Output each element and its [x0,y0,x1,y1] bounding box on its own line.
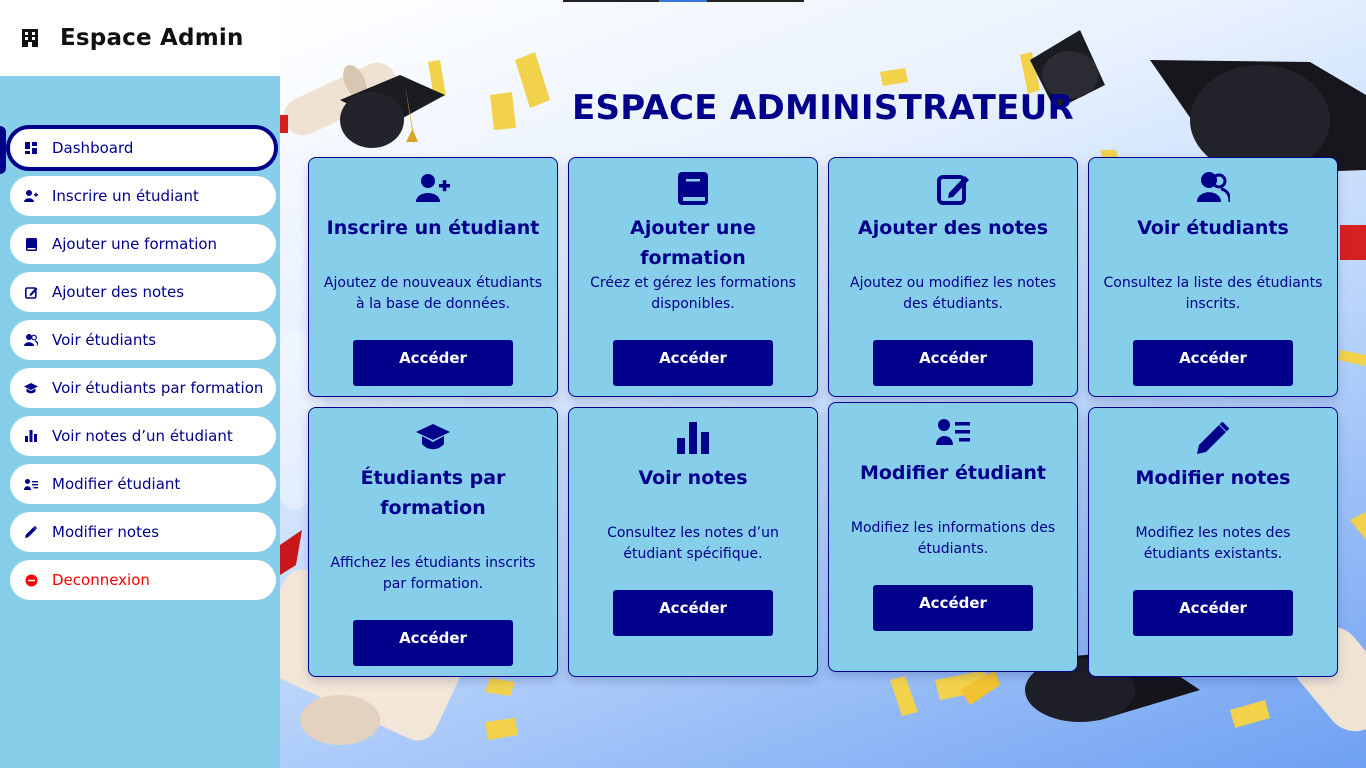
bar-chart-icon [24,429,38,443]
card-title: Modifier notes [1135,467,1291,489]
sidebar-item-label: Modifier notes [52,523,160,541]
users-icon [24,333,38,347]
logout-icon [24,573,38,587]
graduation-cap-icon [24,381,38,395]
bar-chart-icon [569,422,817,454]
acceder-button[interactable]: Accéder [353,620,513,666]
card-title: Modifier étudiant [859,462,1047,484]
card-ajouter-formation: Ajouter une formation Créez et gérez les… [568,157,818,397]
graduation-cap-icon [309,424,557,452]
sidebar-item-etudiants-par-formation[interactable]: Voir étudiants par formation [10,368,276,408]
user-plus-icon [24,189,38,203]
active-indicator [0,126,6,174]
sidebar-item-label: Voir étudiants par formation [52,379,264,397]
sidebar-item-inscrire[interactable]: Inscrire un étudiant [10,176,276,216]
sidebar-item-dashboard[interactable]: Dashboard [7,126,277,170]
card-title: Voir notes [638,467,748,489]
card-description: Consultez les notes d’un étudiant spécif… [607,525,779,562]
sidebar: Espace Admin Dashboard Inscrire un étudi… [0,0,280,768]
card-modifier-etudiant: Modifier étudiant Modifiez les informati… [828,402,1078,672]
card-ajouter-notes: Ajouter des notes Ajoutez ou modifiez le… [828,157,1078,397]
users-icon [1089,172,1337,202]
card-description: Modifiez les informations des étudiants. [850,520,1056,557]
user-list-icon [829,419,1077,445]
book-icon [569,172,817,205]
card-etudiants-par-formation: Étudiants par formation Affichez les étu… [308,407,558,677]
sidebar-item-label: Ajouter une formation [52,235,218,253]
pencil-icon [24,525,38,539]
card-title: Voir étudiants [1137,217,1289,239]
card-title: Étudiants par formation [360,467,506,519]
acceder-button[interactable]: Accéder [613,340,773,386]
sidebar-item-modifier-notes[interactable]: Modifier notes [10,512,276,552]
sidebar-item-label: Inscrire un étudiant [52,187,199,205]
card-description: Créez et gérez les formations disponible… [590,275,796,312]
sidebar-item-label: Modifier étudiant [52,475,181,493]
card-description: Consultez la liste des étudiants inscrit… [1103,275,1323,312]
sidebar-item-label: Voir notes d’un étudiant [52,427,233,445]
sidebar-title: Espace Admin [60,25,244,51]
card-title: Ajouter des notes [857,217,1049,239]
sidebar-item-ajouter-notes[interactable]: Ajouter des notes [10,272,276,312]
card-voir-notes: Voir notes Consultez les notes d’un étud… [568,407,818,677]
sidebar-item-label: Deconnexion [52,571,150,589]
sidebar-header: Espace Admin [0,0,280,76]
acceder-button[interactable]: Accéder [873,340,1033,386]
sidebar-item-deconnexion[interactable]: Deconnexion [10,560,276,600]
card-description: Ajoutez de nouveaux étudiants à la base … [323,275,543,312]
card-modifier-notes: Modifier notes Modifiez les notes des ét… [1088,407,1338,677]
acceder-button[interactable]: Accéder [1133,340,1293,386]
card-description: Modifiez les notes des étudiants existan… [1135,525,1291,562]
user-plus-icon [309,174,557,202]
card-description: Ajoutez ou modifiez les notes des étudia… [850,275,1056,312]
card-inscrire-etudiant: Inscrire un étudiant Ajoutez de nouveaux… [308,157,558,397]
page-title: ESPACE ADMINISTRATEUR [571,88,1074,128]
sidebar-item-label: Dashboard [52,139,134,157]
card-title: Ajouter une formation [630,217,756,269]
card-description: Affichez les étudiants inscrits par form… [330,555,536,592]
dashboard-icon [24,141,38,155]
main-content: ESPACE ADMINISTRATEUR Inscrire un étudia… [280,0,1366,768]
card-voir-etudiants: Voir étudiants Consultez la liste des ét… [1088,157,1338,397]
edit-icon [829,172,1077,205]
book-icon [24,237,38,251]
acceder-button[interactable]: Accéder [1133,590,1293,636]
pencil-icon [1089,422,1337,454]
edit-icon [24,285,38,299]
building-icon [22,29,38,47]
sidebar-item-label: Voir étudiants [52,331,157,349]
acceder-button[interactable]: Accéder [353,340,513,386]
sidebar-item-voir-etudiants[interactable]: Voir étudiants [10,320,276,360]
sidebar-item-modifier-etudiant[interactable]: Modifier étudiant [10,464,276,504]
acceder-button[interactable]: Accéder [613,590,773,636]
user-list-icon [24,477,38,491]
sidebar-item-voir-notes[interactable]: Voir notes d’un étudiant [10,416,276,456]
card-title: Inscrire un étudiant [326,217,540,239]
sidebar-item-ajouter-formation[interactable]: Ajouter une formation [10,224,276,264]
acceder-button[interactable]: Accéder [873,585,1033,631]
sidebar-item-label: Ajouter des notes [52,283,185,301]
